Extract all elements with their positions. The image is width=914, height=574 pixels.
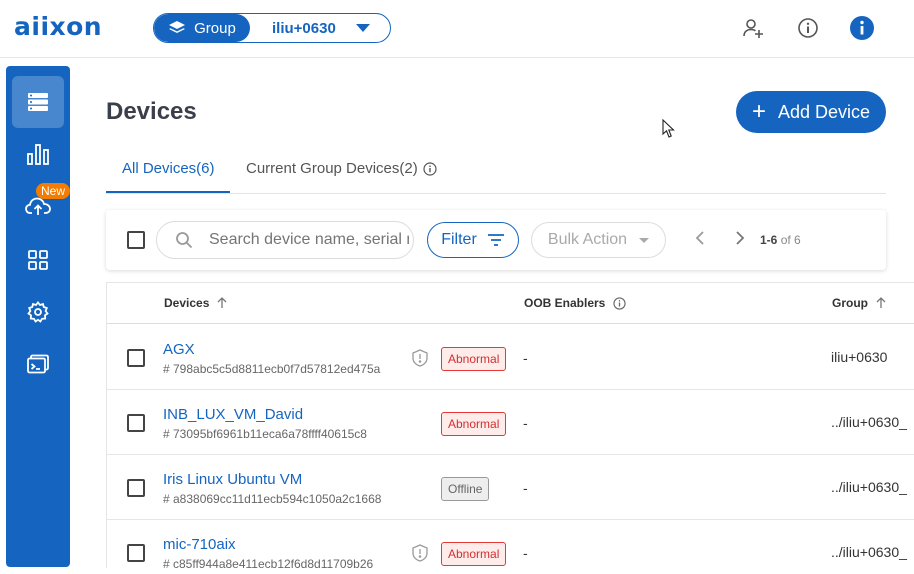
group-value: ../iliu+0630_ — [831, 479, 907, 495]
group-value-segment[interactable]: iliu+0630 — [250, 20, 390, 37]
table-row[interactable]: AGX # 798abc5c5d8811ecb0f7d57812ed475a A… — [107, 325, 914, 390]
column-group-label: Group — [832, 296, 868, 310]
chevron-down-icon — [356, 24, 370, 32]
info-outline-icon[interactable] — [423, 162, 437, 176]
bulk-action-label: Bulk Action — [547, 231, 628, 248]
status-badge: Abnormal — [441, 412, 507, 436]
sort-arrow-up-icon — [876, 297, 886, 308]
device-id: # 73095bf6961b11eca6a78ffff40615c8 — [163, 427, 367, 441]
bulk-action-button[interactable]: Bulk Action — [531, 222, 666, 258]
status-badge: Abnormal — [441, 542, 507, 566]
column-oob-label: OOB Enablers — [524, 296, 606, 310]
sort-arrow-up-icon — [217, 297, 227, 308]
pager-info: 1-6 of 6 — [760, 233, 801, 247]
device-name-link[interactable]: Iris Linux Ubuntu VM — [163, 471, 302, 488]
sidebar: New — [6, 66, 71, 567]
row-checkbox[interactable] — [127, 349, 145, 367]
table-header: Devices OOB Enablers Group — [107, 283, 914, 324]
group-value: ../iliu+0630_ — [831, 544, 907, 560]
column-header-group[interactable]: Group — [832, 296, 886, 310]
tab-bar: All Devices(6) Current Group Devices(2) — [106, 150, 886, 194]
group-label: Group — [194, 19, 236, 37]
filter-icon — [487, 234, 504, 246]
devices-table: Devices OOB Enablers Group AGX # 798abc5… — [106, 282, 914, 568]
oob-value: - — [523, 415, 528, 431]
oob-value: - — [523, 350, 528, 366]
tab-current-group-devices[interactable]: Current Group Devices(2) — [246, 160, 418, 177]
add-user-icon[interactable] — [740, 15, 766, 41]
info-outline-icon[interactable] — [795, 15, 821, 41]
shield-icon[interactable] — [412, 544, 428, 562]
logo[interactable]: aiixon — [14, 12, 102, 41]
tab-all-devices[interactable]: All Devices(6) — [122, 160, 215, 177]
sidebar-item-settings[interactable] — [12, 286, 64, 338]
row-checkbox[interactable] — [127, 414, 145, 432]
pager-total: of 6 — [780, 233, 801, 247]
sidebar-item-analytics[interactable] — [12, 128, 64, 180]
column-devices-label: Devices — [164, 296, 210, 310]
device-name-link[interactable]: mic-710aix — [163, 536, 236, 553]
add-device-label: Add Device — [777, 101, 871, 122]
group-selector[interactable]: Group iliu+0630 — [153, 13, 391, 43]
select-all-checkbox[interactable] — [127, 231, 145, 249]
chevron-left-icon[interactable] — [695, 230, 705, 246]
group-value: iliu+0630 — [272, 19, 336, 37]
table-row[interactable]: Iris Linux Ubuntu VM # a838069cc11d11ecb… — [107, 455, 914, 520]
group-label-segment: Group — [154, 14, 250, 42]
sidebar-item-apps[interactable] — [12, 234, 64, 286]
top-bar: aiixon Group iliu+0630 — [0, 0, 914, 58]
page-title: Devices — [106, 98, 197, 125]
row-checkbox[interactable] — [127, 479, 145, 497]
device-id: # a838069cc11d11ecb594c1050a2c1668 — [163, 492, 382, 506]
row-checkbox[interactable] — [127, 544, 145, 562]
active-tab-indicator — [106, 191, 230, 193]
terminal-icon — [27, 354, 49, 374]
search-icon — [176, 232, 193, 249]
filter-button[interactable]: Filter — [427, 222, 519, 258]
search-box[interactable] — [156, 221, 414, 259]
column-header-oob[interactable]: OOB Enablers — [524, 296, 626, 310]
new-badge: New — [36, 183, 71, 199]
table-row[interactable]: mic-710aix # c85ff944a8e411ecb12f6d8d117… — [107, 520, 914, 568]
sidebar-item-devices[interactable] — [12, 76, 64, 128]
status-badge: Abnormal — [441, 347, 507, 371]
status-badge: Offline — [441, 477, 490, 501]
settings-icon — [27, 301, 49, 323]
device-name-link[interactable]: INB_LUX_VM_David — [163, 406, 303, 423]
shield-icon[interactable] — [412, 349, 428, 367]
sidebar-item-remote[interactable] — [12, 338, 64, 390]
tab-current-group-label: Current Group Devices(2) — [246, 160, 418, 177]
group-value: iliu+0630 — [831, 349, 888, 365]
chevron-right-icon[interactable] — [735, 230, 745, 246]
info-filled-icon[interactable] — [849, 15, 875, 41]
oob-value: - — [523, 480, 528, 496]
apps-grid-icon — [28, 250, 48, 270]
group-value: ../iliu+0630_ — [831, 414, 907, 430]
column-header-devices[interactable]: Devices — [164, 296, 227, 310]
search-input[interactable] — [209, 231, 409, 249]
device-id: # 798abc5c5d8811ecb0f7d57812ed475a — [163, 362, 381, 376]
device-name-link[interactable]: AGX — [163, 341, 195, 358]
add-device-button[interactable]: + Add Device — [736, 91, 886, 133]
devices-icon — [28, 93, 48, 111]
info-outline-icon — [613, 296, 626, 310]
filter-label: Filter — [441, 231, 477, 248]
layers-icon — [169, 21, 186, 33]
device-id: # c85ff944a8e411ecb12f6d8d11709b26 — [163, 557, 374, 568]
chevron-down-icon — [639, 237, 650, 243]
mouse-cursor-icon — [662, 119, 675, 138]
plus-icon: + — [751, 98, 766, 125]
oob-value: - — [523, 545, 528, 561]
table-row[interactable]: INB_LUX_VM_David # 73095bf6961b11eca6a78… — [107, 390, 914, 455]
table-toolbar: Filter Bulk Action 1-6 of 6 — [106, 210, 886, 270]
pager-range: 1-6 — [760, 233, 778, 247]
bar-chart-icon — [27, 144, 49, 165]
